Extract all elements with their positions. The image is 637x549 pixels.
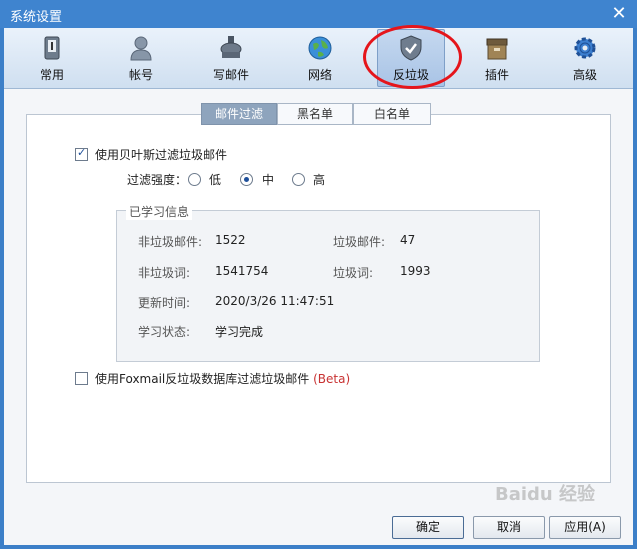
strength-medium-label: 中 xyxy=(262,173,275,187)
tool-plugins[interactable]: 插件 xyxy=(466,30,528,86)
tool-account[interactable]: 帐号 xyxy=(110,30,172,86)
dialog-button-bar: 确定 取消 应用(A) xyxy=(4,511,633,545)
apply-button[interactable]: 应用(A) xyxy=(549,516,621,539)
close-icon[interactable]: ✕ xyxy=(609,4,629,24)
learned-info-legend: 已学习信息 xyxy=(126,203,193,220)
ok-button[interactable]: 确定 xyxy=(392,516,464,539)
compose-icon xyxy=(220,36,242,58)
globe-icon xyxy=(308,36,332,60)
tool-plugins-label: 插件 xyxy=(484,68,509,82)
tool-antispam[interactable]: 反垃圾 xyxy=(377,29,445,87)
non-spam-mail-label: 非垃圾邮件: xyxy=(138,235,203,249)
plugin-box-icon xyxy=(486,38,508,60)
tool-general-label: 常用 xyxy=(39,68,64,82)
tool-advanced-label: 高级 xyxy=(572,68,597,82)
bayes-filter-checkbox[interactable]: ✓ xyxy=(75,146,88,161)
non-spam-words-label: 非垃圾词: xyxy=(138,266,191,280)
tool-network-label: 网络 xyxy=(307,68,332,82)
update-time-label: 更新时间: xyxy=(138,296,191,310)
window-title: 系统设置 xyxy=(10,10,63,25)
spam-mail-label: 垃圾邮件: xyxy=(333,235,386,249)
settings-window: 系统设置 ✕ 常用 帐号 写邮件 网络 反垃圾 插件 高级 ✓ 使用贝叶斯过滤垃… xyxy=(0,0,637,549)
filter-strength-label: 过滤强度： xyxy=(127,173,188,187)
tool-network[interactable]: 网络 xyxy=(289,30,351,86)
cancel-button[interactable]: 取消 xyxy=(473,516,545,539)
non-spam-words-value: 1541754 xyxy=(215,264,269,278)
spam-words-value: 1993 xyxy=(400,264,431,278)
radio-selected-dot xyxy=(244,177,249,182)
settings-content-area: ✓ 使用贝叶斯过滤垃圾邮件 过滤强度： 低 中 高 已学习信息 非垃圾邮件: 1… xyxy=(4,89,633,511)
title-bar[interactable]: 系统设置 ✕ xyxy=(0,0,637,28)
tab-mail-filter[interactable]: 邮件过滤 xyxy=(201,103,277,125)
foxmail-db-checkbox[interactable] xyxy=(75,372,88,385)
shield-icon xyxy=(400,35,422,61)
phone-icon xyxy=(44,36,60,60)
strength-low-radio[interactable] xyxy=(188,173,201,186)
strength-medium-radio[interactable] xyxy=(240,173,253,186)
learning-status-label: 学习状态: xyxy=(138,325,191,339)
learned-info-group: 已学习信息 非垃圾邮件: 1522 垃圾邮件: 47 非垃圾词: 1541754… xyxy=(116,203,540,362)
strength-high-label: 高 xyxy=(313,173,326,187)
tool-antispam-label: 反垃圾 xyxy=(392,68,429,82)
foxmail-db-label: 使用Foxmail反垃圾数据库过滤垃圾邮件 (Beta) xyxy=(95,370,350,387)
spam-mail-value: 47 xyxy=(400,233,416,247)
tool-compose[interactable]: 写邮件 xyxy=(200,30,262,86)
tab-whitelist[interactable]: 白名单 xyxy=(353,103,431,125)
learning-status-value: 学习完成 xyxy=(215,325,264,339)
update-time-value: 2020/3/26 11:47:51 xyxy=(215,294,335,308)
tool-general[interactable]: 常用 xyxy=(21,30,83,86)
settings-category-toolbar: 常用 帐号 写邮件 网络 反垃圾 插件 高级 xyxy=(4,28,633,89)
tool-compose-label: 写邮件 xyxy=(212,68,249,82)
strength-high-radio[interactable] xyxy=(292,173,305,186)
bayes-filter-label: 使用贝叶斯过滤垃圾邮件 xyxy=(95,148,228,162)
beta-tag: (Beta) xyxy=(313,372,351,386)
mail-filter-panel: ✓ 使用贝叶斯过滤垃圾邮件 过滤强度： 低 中 高 已学习信息 非垃圾邮件: 1… xyxy=(26,114,611,483)
tool-advanced[interactable]: 高级 xyxy=(554,30,616,86)
tool-account-label: 帐号 xyxy=(128,68,153,82)
non-spam-mail-value: 1522 xyxy=(215,233,246,247)
tab-blacklist[interactable]: 黑名单 xyxy=(277,103,353,125)
gear-icon xyxy=(574,37,596,59)
checkmark-icon: ✓ xyxy=(77,146,87,159)
strength-low-label: 低 xyxy=(209,173,222,187)
user-icon xyxy=(130,36,152,61)
spam-words-label: 垃圾词: xyxy=(333,266,374,280)
foxmail-db-text: 使用Foxmail反垃圾数据库过滤垃圾邮件 xyxy=(95,372,310,386)
